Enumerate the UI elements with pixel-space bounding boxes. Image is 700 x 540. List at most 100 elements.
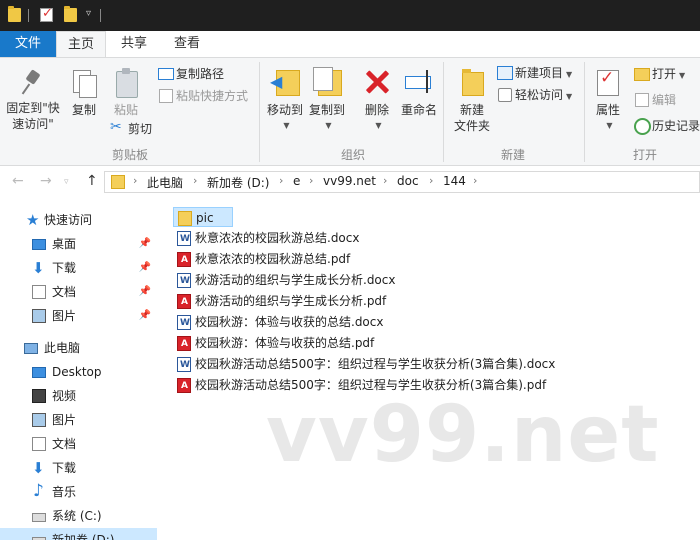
rename-button[interactable]: 重命名 xyxy=(398,66,440,118)
paste-shortcut-label: 粘贴快捷方式 xyxy=(176,89,249,103)
copy-button[interactable]: 复制 xyxy=(64,68,104,118)
nav-item-videos[interactable]: 视频 xyxy=(0,384,157,408)
list-item[interactable]: 秋游活动的组织与学生成长分析.pdf xyxy=(173,291,693,312)
nav-item-documents-pc[interactable]: 文档 xyxy=(0,432,157,456)
recent-locations-chevron-down-icon[interactable]: ▿ xyxy=(64,177,69,187)
file-name: 校园秋游：体验与收获的总结.pdf xyxy=(195,336,375,350)
list-item[interactable]: 秋游活动的组织与学生成长分析.docx xyxy=(173,270,693,291)
star-icon xyxy=(26,208,40,232)
nav-item-desktop[interactable]: 桌面 📌 xyxy=(0,232,157,256)
file-name: 秋游活动的组织与学生成长分析.docx xyxy=(195,273,396,287)
edit-button[interactable]: 编辑 xyxy=(634,91,676,109)
nav-item-downloads-pc[interactable]: 下载 xyxy=(0,456,157,480)
pdf-icon xyxy=(177,292,191,312)
new-item-button[interactable]: 新建项目 ▼ xyxy=(497,64,572,82)
breadcrumb-separator[interactable]: › xyxy=(429,174,433,187)
breadcrumb-144[interactable]: 144 xyxy=(443,174,466,188)
nav-item-drive-d[interactable]: 新加卷 (D:) xyxy=(0,528,157,540)
nav-quick-access[interactable]: 快速访问 xyxy=(0,208,157,232)
new-item-label: 新建项目 xyxy=(515,66,564,80)
open-button[interactable]: 打开 ▼ xyxy=(634,65,685,83)
new-folder-icon xyxy=(459,66,485,98)
new-folder-button[interactable]: 新建 文件夹 xyxy=(450,66,494,134)
nav-item-label: 图片 xyxy=(52,309,77,323)
breadcrumb-drive-d[interactable]: 新加卷 (D:) xyxy=(207,174,269,191)
customize-toolbar-chevron-icon[interactable]: ▿ xyxy=(86,8,91,19)
list-item[interactable]: 校园秋游活动总结500字：组织过程与学生收获分析(3篇合集).docx xyxy=(173,354,693,375)
word-document-icon xyxy=(177,229,191,249)
nav-item-music[interactable]: 音乐 xyxy=(0,479,157,504)
breadcrumb-separator[interactable]: › xyxy=(193,174,197,187)
list-item[interactable]: 秋意浓浓的校园秋游总结.pdf xyxy=(173,249,693,270)
breadcrumb-vv99[interactable]: vv99.net xyxy=(323,174,376,188)
tab-file[interactable]: 文件 xyxy=(0,31,56,57)
navigation-pane: 快速访问 桌面 📌 下载 📌 文档 📌 图片 📌 此电脑 Desktop 视频 … xyxy=(0,198,157,540)
group-separator xyxy=(584,62,585,162)
list-item[interactable]: pic xyxy=(173,207,233,227)
open-chevron-down-icon: ▼ xyxy=(679,71,686,80)
pin-quick-access-label: 固定到"快速访问" xyxy=(6,101,60,131)
tab-view[interactable]: 查看 xyxy=(162,31,212,57)
paste-icon xyxy=(113,68,139,98)
properties-button[interactable]: 属性 ▼ xyxy=(590,66,626,134)
file-name: pic xyxy=(196,211,214,225)
copy-path-button[interactable]: 复制路径 xyxy=(158,65,224,83)
paste-shortcut-icon xyxy=(158,88,173,103)
list-item[interactable]: 秋意浓浓的校园秋游总结.docx xyxy=(173,228,693,249)
nav-item-label: 图片 xyxy=(52,413,77,427)
new-folder-icon[interactable] xyxy=(64,6,77,22)
breadcrumb-e[interactable]: e xyxy=(293,174,300,188)
nav-item-label: 下载 xyxy=(52,261,77,275)
nav-item-label: 桌面 xyxy=(52,237,77,251)
nav-item-downloads[interactable]: 下载 📌 xyxy=(0,256,157,280)
move-to-icon xyxy=(270,66,300,98)
properties-icon[interactable] xyxy=(40,6,53,22)
breadcrumb-separator[interactable]: › xyxy=(383,174,387,187)
breadcrumb-separator[interactable]: › xyxy=(473,174,477,187)
pin-quick-access-button[interactable]: 固定到"快速访问" xyxy=(4,68,62,132)
breadcrumb-separator[interactable]: › xyxy=(309,174,313,187)
pin-icon: 📌 xyxy=(138,238,151,249)
move-to-button[interactable]: 移动到 ▼ xyxy=(264,66,306,134)
video-icon xyxy=(32,389,46,403)
open-label: 打开 xyxy=(652,67,677,81)
tab-home[interactable]: 主页 xyxy=(56,31,106,58)
list-item[interactable]: 校园秋游：体验与收获的总结.pdf xyxy=(173,333,693,354)
nav-item-pictures-pc[interactable]: 图片 xyxy=(0,408,157,432)
delete-label: 删除 xyxy=(364,103,389,117)
open-group-label: 打开 xyxy=(632,148,657,162)
tab-share[interactable]: 共享 xyxy=(110,31,158,57)
folder-icon[interactable] xyxy=(8,6,21,22)
title-bar: ▿ xyxy=(0,0,700,31)
cut-button[interactable]: 剪切 xyxy=(110,118,152,138)
easy-access-button[interactable]: 轻松访问 ▼ xyxy=(497,86,572,104)
address-bar[interactable]: › 此电脑 › 新加卷 (D:) › e › vv99.net › doc › … xyxy=(104,171,700,193)
breadcrumb-this-pc[interactable]: 此电脑 xyxy=(147,174,183,191)
forward-arrow-icon[interactable]: → xyxy=(40,173,52,189)
up-arrow-icon[interactable]: ↑ xyxy=(86,173,98,189)
breadcrumb-separator[interactable]: › xyxy=(279,174,283,187)
breadcrumb-doc[interactable]: doc xyxy=(397,174,419,188)
new-folder-label: 新建 文件夹 xyxy=(453,103,490,133)
back-arrow-icon[interactable]: ← xyxy=(12,173,24,189)
copy-to-button[interactable]: 复制到 ▼ xyxy=(306,66,348,134)
nav-item-drive-c[interactable]: 系统 (C:) xyxy=(0,504,157,528)
document-icon xyxy=(32,285,46,299)
group-separator xyxy=(443,62,444,162)
nav-this-pc[interactable]: 此电脑 xyxy=(0,336,157,360)
delete-button[interactable]: 删除 ▼ xyxy=(357,66,397,134)
open-icon xyxy=(634,66,650,81)
copy-to-chevron-down-icon: ▼ xyxy=(325,121,332,130)
nav-item-label: 系统 (C:) xyxy=(52,509,102,523)
pdf-icon xyxy=(177,250,191,270)
history-button[interactable]: 历史记录 xyxy=(634,117,700,135)
list-item[interactable]: 校园秋游：体验与收获的总结.docx xyxy=(173,312,693,333)
paste-button[interactable]: 粘贴 xyxy=(106,68,146,118)
music-icon xyxy=(32,479,46,503)
nav-item-pictures[interactable]: 图片 📌 xyxy=(0,304,157,328)
nav-item-documents[interactable]: 文档 📌 xyxy=(0,280,157,304)
breadcrumb-separator[interactable]: › xyxy=(133,174,137,187)
paste-shortcut-button[interactable]: 粘贴快捷方式 xyxy=(158,87,248,105)
file-name: 秋意浓浓的校园秋游总结.docx xyxy=(195,231,360,245)
nav-item-desktop-pc[interactable]: Desktop xyxy=(0,360,157,384)
